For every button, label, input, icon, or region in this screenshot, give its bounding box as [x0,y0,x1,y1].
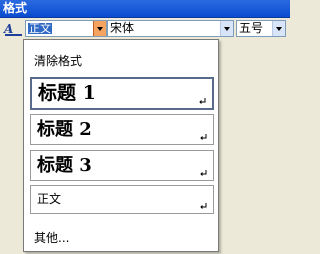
style-item-heading-2[interactable]: 标题 2 [30,114,214,145]
style-item-body-text[interactable]: 正文 [30,185,214,214]
toolbar-title-text: 格式 [3,1,28,15]
style-item-label: 标题 3 [37,155,92,176]
style-item-heading-1[interactable]: 标题 1 [30,77,214,110]
styles-and-formatting-icon[interactable]: A [4,21,24,37]
paragraph-return-icon [200,134,207,140]
font-dropdown-chevron-down-icon[interactable] [220,21,233,36]
style-combobox-value[interactable]: 正文 [28,23,52,34]
paragraph-return-icon [199,98,206,104]
more-styles-item[interactable]: 其他... [34,229,69,246]
paragraph-return-icon [200,170,207,176]
style-item-label: 标题 1 [38,82,96,104]
font-combobox[interactable]: 宋体 [107,20,234,37]
style-item-label: 标题 2 [37,119,92,140]
font-combobox-value[interactable]: 宋体 [110,21,134,36]
font-size-dropdown-chevron-down-icon[interactable] [272,21,285,36]
style-combobox[interactable]: 正文 [25,20,107,37]
style-dropdown-chevron-down-icon[interactable] [93,21,106,36]
font-size-combobox-value[interactable]: 五号 [239,21,263,36]
style-item-heading-3[interactable]: 标题 3 [30,150,214,181]
format-toolbar-title: 格式 [0,0,290,18]
clear-formatting-item[interactable]: 清除格式 [34,52,82,69]
style-item-label: 正文 [37,192,62,206]
font-size-combobox[interactable]: 五号 [236,20,286,37]
style-dropdown-list: 清除格式 标题 1 标题 2 标题 3 正文 其他... [23,39,219,252]
format-toolbar: A 正文 宋体 五号 [0,18,290,40]
paragraph-return-icon [200,203,207,209]
